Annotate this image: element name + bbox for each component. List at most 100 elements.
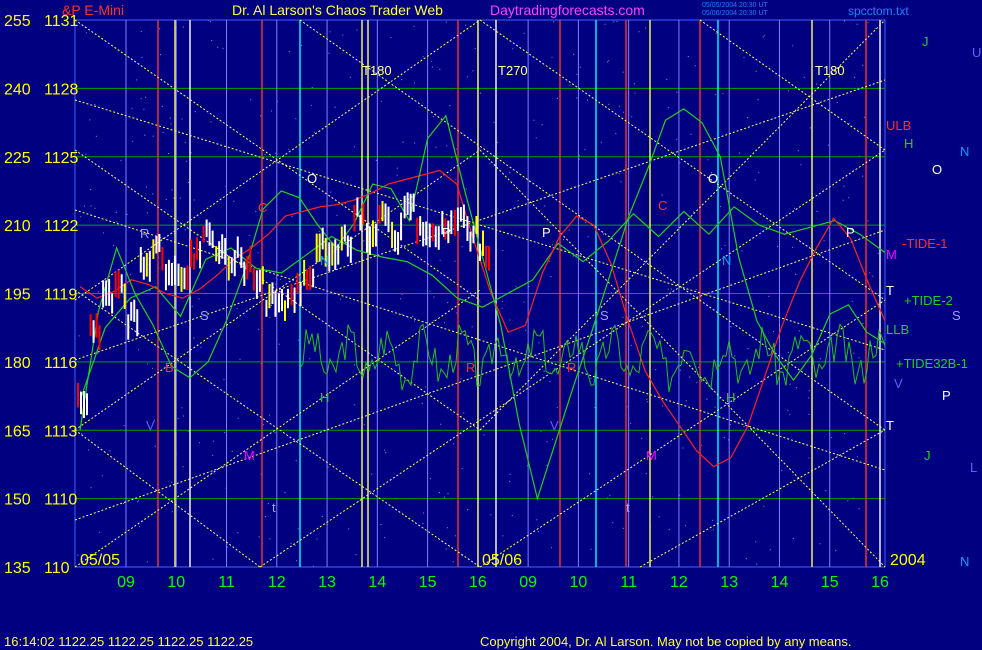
star-dot (270, 110, 273, 112)
star-dot (690, 133, 692, 135)
star-dot (363, 240, 365, 242)
star-dot (685, 525, 687, 527)
price-label: 1110 (44, 492, 77, 509)
star-dot (588, 473, 591, 475)
star-dot (122, 502, 125, 505)
star-dot (808, 390, 810, 392)
star-dot (502, 535, 504, 537)
time-tick: 15 (821, 574, 839, 591)
star-dot (334, 106, 336, 108)
star-dot (375, 159, 377, 161)
star-dot (523, 301, 525, 303)
star-dot (269, 316, 271, 318)
star-dot (714, 406, 716, 408)
star-dot (355, 554, 357, 556)
star-dot (390, 36, 392, 39)
star-dot (171, 511, 173, 513)
right-side-label: S (952, 308, 961, 323)
star-dot (137, 349, 140, 351)
star-dot (579, 66, 582, 68)
star-dot (612, 522, 614, 524)
star-dot (154, 445, 156, 447)
star-dot (274, 432, 276, 434)
star-dot (695, 289, 697, 291)
star-dot (633, 83, 636, 85)
star-dot (769, 549, 771, 551)
star-dot (295, 118, 297, 120)
star-dot (297, 528, 299, 530)
star-dot (747, 348, 749, 350)
star-dot (700, 444, 703, 446)
star-dot (551, 56, 553, 58)
star-dot (146, 363, 149, 365)
star-dot (90, 487, 92, 489)
star-dot (224, 432, 226, 434)
star-dot (316, 538, 318, 540)
time-tick: 14 (368, 574, 386, 591)
star-dot (296, 560, 298, 562)
data-filename: spcctom.txt (848, 4, 909, 18)
star-dot (354, 404, 356, 406)
planet-letter: M (646, 448, 657, 463)
star-dot (349, 76, 351, 78)
star-dot (90, 205, 92, 207)
star-dot (447, 492, 449, 495)
star-dot (396, 167, 398, 169)
star-dot (433, 296, 435, 298)
star-dot (466, 76, 468, 78)
star-dot (549, 380, 551, 383)
star-dot (461, 246, 463, 248)
star-dot (429, 290, 431, 292)
star-dot (187, 430, 189, 432)
planet-letter: C (258, 200, 267, 215)
star-dot (792, 246, 794, 248)
star-dot (474, 47, 476, 50)
star-dot (755, 70, 757, 72)
star-dot (384, 449, 386, 451)
star-dot (432, 116, 434, 118)
star-dot (551, 438, 554, 440)
star-dot (754, 179, 756, 181)
star-dot (562, 239, 565, 241)
star-dot (87, 449, 90, 451)
star-dot (777, 245, 779, 248)
star-dot (622, 111, 624, 113)
star-dot (264, 154, 266, 156)
star-dot (819, 543, 821, 545)
planet-letter: M (244, 448, 255, 463)
star-dot (844, 433, 846, 435)
scale-a-label: 150 (4, 492, 31, 509)
star-dot (825, 490, 827, 492)
copyright-notice: Copyright 2004, Dr. Al Larson. May not b… (480, 634, 851, 649)
star-dot (80, 216, 82, 218)
star-dot (85, 153, 87, 155)
star-dot (455, 148, 457, 150)
star-dot (136, 79, 138, 81)
star-dot (384, 536, 386, 539)
star-dot (576, 97, 578, 99)
star-dot (396, 174, 398, 176)
star-dot (867, 220, 869, 222)
star-dot (652, 496, 654, 498)
scale-a-label: 225 (4, 150, 31, 167)
star-dot (517, 200, 519, 202)
star-dot (167, 152, 170, 155)
star-dot (472, 70, 474, 72)
star-dot (676, 91, 678, 93)
star-dot (309, 358, 311, 360)
star-dot (630, 344, 632, 346)
star-dot (123, 425, 125, 427)
star-dot (809, 127, 811, 129)
star-dot (572, 255, 574, 257)
star-dot (463, 412, 465, 414)
star-dot (590, 548, 592, 550)
star-dot (600, 141, 603, 143)
star-dot (501, 300, 504, 302)
scale-a-label: 195 (4, 287, 31, 304)
star-dot (412, 315, 414, 317)
star-dot (479, 301, 481, 303)
star-dot (803, 76, 805, 78)
star-dot (353, 146, 356, 148)
star-dot (613, 21, 615, 23)
star-dot (300, 44, 303, 47)
